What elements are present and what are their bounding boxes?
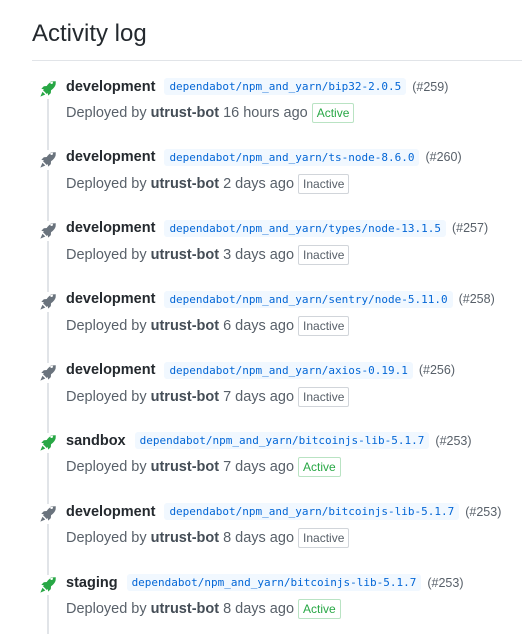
status-badge: Inactive bbox=[298, 244, 350, 265]
status-badge: Inactive bbox=[298, 173, 350, 194]
deployment-entry: development dependabot/npm_and_yarn/bip3… bbox=[0, 72, 522, 143]
branch-ref-link[interactable]: dependabot/npm_and_yarn/ts-node-8.6.0 bbox=[164, 148, 420, 166]
rocket-icon bbox=[39, 504, 57, 525]
branch-ref-link[interactable]: dependabot/npm_and_yarn/axios-0.19.1 bbox=[164, 361, 413, 379]
deployed-by-label: Deployed by bbox=[66, 530, 147, 547]
branch-ref-link[interactable]: dependabot/npm_and_yarn/bitcoinjs-lib-5.… bbox=[134, 432, 430, 450]
activity-list: development dependabot/npm_and_yarn/bip3… bbox=[0, 72, 522, 639]
user-link[interactable]: utrust-bot bbox=[151, 105, 219, 121]
deploy-time: 2 days ago bbox=[223, 175, 295, 192]
rocket-icon bbox=[39, 220, 57, 241]
status-badge: Inactive bbox=[298, 528, 350, 549]
deploy-time: 16 hours ago bbox=[223, 105, 308, 121]
deployment-entry: development dependabot/npm_and_yarn/axio… bbox=[0, 356, 522, 427]
deployed-by-label: Deployed by bbox=[66, 175, 147, 192]
rocket-icon bbox=[39, 149, 57, 170]
deployed-by-label: Deployed by bbox=[66, 388, 147, 405]
environment-link[interactable]: development bbox=[66, 220, 155, 236]
status-badge: Inactive bbox=[298, 315, 350, 336]
user-link[interactable]: utrust-bot bbox=[151, 176, 219, 192]
user-link[interactable]: utrust-bot bbox=[151, 601, 219, 617]
status-badge: Active bbox=[311, 103, 355, 123]
environment-link[interactable]: development bbox=[66, 362, 155, 378]
pull-request-link[interactable]: (#259) bbox=[412, 80, 448, 94]
rocket-icon bbox=[39, 362, 57, 383]
user-link[interactable]: utrust-bot bbox=[151, 318, 219, 334]
branch-ref-link[interactable]: dependabot/npm_and_yarn/sentry/node-5.11… bbox=[164, 290, 453, 308]
environment-link[interactable]: development bbox=[66, 291, 155, 307]
branch-ref-link[interactable]: dependabot/npm_and_yarn/bitcoinjs-lib-5.… bbox=[164, 503, 460, 521]
deployment-entry: development dependabot/npm_and_yarn/bitc… bbox=[0, 497, 522, 568]
status-badge: Inactive bbox=[298, 386, 350, 407]
user-link[interactable]: utrust-bot bbox=[151, 530, 219, 546]
environment-link[interactable]: staging bbox=[66, 575, 118, 591]
deploy-time: 7 days ago bbox=[223, 459, 295, 476]
deploy-time: 6 days ago bbox=[223, 317, 295, 334]
user-link[interactable]: utrust-bot bbox=[151, 389, 219, 405]
user-link[interactable]: utrust-bot bbox=[151, 247, 219, 263]
deployed-by-label: Deployed by bbox=[66, 317, 147, 334]
branch-ref-link[interactable]: dependabot/npm_and_yarn/types/node-13.1.… bbox=[164, 219, 446, 237]
page-title: Activity log bbox=[32, 20, 147, 47]
status-badge: Active bbox=[298, 457, 341, 478]
environment-link[interactable]: development bbox=[66, 149, 155, 165]
deployed-by-label: Deployed by bbox=[66, 246, 147, 263]
pull-request-link[interactable]: (#253) bbox=[435, 434, 471, 448]
deployed-by-label: Deployed by bbox=[66, 601, 147, 618]
pull-request-link[interactable]: (#253) bbox=[465, 505, 501, 519]
pull-request-link[interactable]: (#253) bbox=[427, 576, 463, 590]
deployment-entry: staging dependabot/npm_and_yarn/bitcoinj… bbox=[0, 568, 522, 639]
deploy-time: 7 days ago bbox=[223, 388, 295, 405]
title-divider bbox=[32, 60, 522, 61]
deployed-by-label: Deployed by bbox=[66, 459, 147, 476]
deployment-entry: development dependabot/npm_and_yarn/type… bbox=[0, 214, 522, 285]
branch-ref-link[interactable]: dependabot/npm_and_yarn/bitcoinjs-lib-5.… bbox=[126, 574, 422, 592]
status-badge: Active bbox=[298, 599, 341, 620]
environment-link[interactable]: sandbox bbox=[66, 433, 126, 449]
pull-request-link[interactable]: (#256) bbox=[419, 363, 455, 377]
pull-request-link[interactable]: (#258) bbox=[459, 292, 495, 306]
deploy-time: 8 days ago bbox=[223, 530, 295, 547]
rocket-icon bbox=[39, 433, 57, 454]
deployed-by-label: Deployed by bbox=[66, 105, 147, 121]
deployment-entry: development dependabot/npm_and_yarn/sent… bbox=[0, 285, 522, 356]
deploy-time: 3 days ago bbox=[223, 246, 295, 263]
branch-ref-link[interactable]: dependabot/npm_and_yarn/bip32-2.0.5 bbox=[164, 78, 407, 95]
deployment-entry: development dependabot/npm_and_yarn/ts-n… bbox=[0, 143, 522, 214]
pull-request-link[interactable]: (#260) bbox=[425, 150, 461, 164]
environment-link[interactable]: development bbox=[66, 79, 155, 95]
rocket-icon bbox=[39, 79, 57, 99]
rocket-icon bbox=[39, 575, 57, 596]
pull-request-link[interactable]: (#257) bbox=[452, 221, 488, 235]
deployment-entry: sandbox dependabot/npm_and_yarn/bitcoinj… bbox=[0, 426, 522, 497]
rocket-icon bbox=[39, 291, 57, 312]
user-link[interactable]: utrust-bot bbox=[151, 459, 219, 475]
environment-link[interactable]: development bbox=[66, 504, 155, 520]
deploy-time: 8 days ago bbox=[223, 601, 295, 618]
